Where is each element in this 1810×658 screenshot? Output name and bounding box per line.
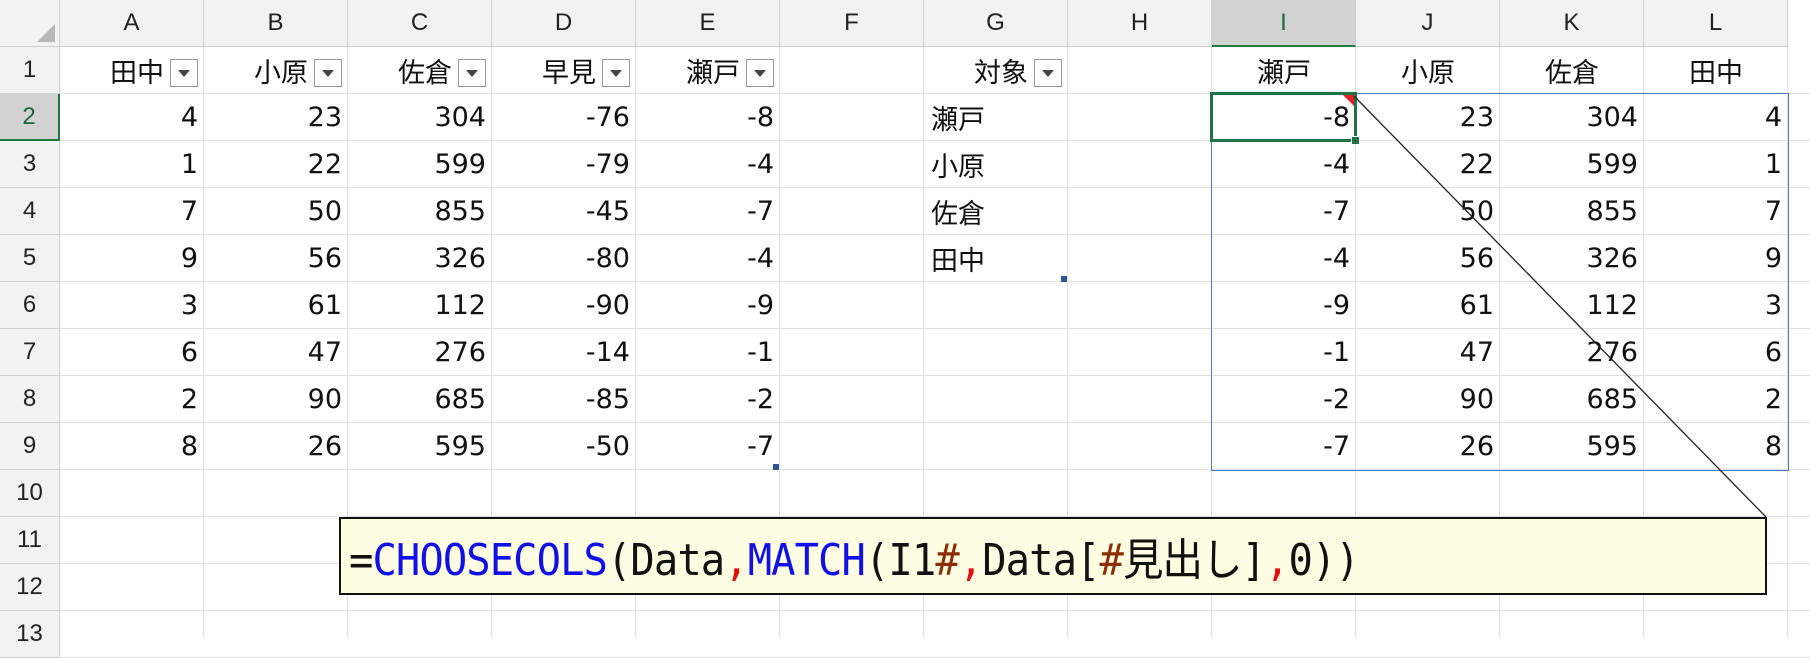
formula-callout: =CHOOSECOLS(Data,MATCH(I1#,Data[#見出し],0)… (339, 517, 1767, 595)
formula-token: , (958, 535, 983, 586)
connector-line (1353, 95, 1767, 518)
formula-token: 0)) (1288, 535, 1360, 586)
formula-token: , (724, 535, 748, 586)
formula-token: # (935, 535, 959, 586)
formula-token: , (1265, 535, 1289, 586)
formula-token: MATCH (747, 535, 866, 586)
formula-token: = (349, 535, 373, 586)
formula-token: # (1099, 535, 1123, 586)
formula-token: CHOOSECOLS (372, 535, 607, 586)
formula-token: (Data (606, 535, 725, 586)
formula-text: =CHOOSECOLS(Data,MATCH(I1#,Data[#見出し],0)… (349, 524, 1360, 588)
formula-token: Data[ (982, 535, 1100, 586)
formula-token: 見出し] (1122, 535, 1266, 586)
formula-token: (I1 (864, 535, 936, 586)
